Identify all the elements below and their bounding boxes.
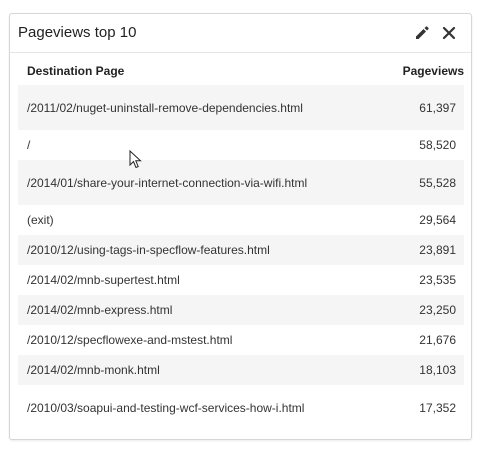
page-cell: /2014/01/share-your-internet-connection-…	[27, 175, 308, 190]
pageviews-cell: 29,564	[419, 213, 456, 227]
page-cell: /2010/12/specflowexe-and-mstest.html	[27, 333, 233, 347]
pageviews-cell: 18,103	[419, 363, 456, 377]
column-header-pageviews[interactable]: Pageviews	[403, 64, 464, 78]
pencil-icon[interactable]	[412, 23, 432, 43]
column-header-destination-page[interactable]: Destination Page	[27, 64, 124, 78]
table-row: /2010/12/specflowexe-and-mstest.html 21,…	[18, 325, 464, 355]
table-row: /2014/02/mnb-supertest.html 23,535	[18, 265, 464, 295]
pageviews-cell: 61,397	[419, 100, 456, 115]
pageviews-cell: 55,528	[419, 175, 456, 190]
table-row: /2014/01/share-your-internet-connection-…	[18, 160, 464, 205]
pageviews-cell: 58,520	[419, 138, 456, 152]
pageviews-cell: 17,352	[419, 400, 456, 415]
pageviews-widget: Pageviews top 10 Destination Page Pagevi…	[9, 13, 472, 440]
page-cell: /2014/02/mnb-supertest.html	[27, 273, 180, 287]
table-row: /2014/02/mnb-monk.html 18,103	[18, 355, 464, 385]
close-icon[interactable]	[439, 23, 459, 43]
pageviews-cell: 23,535	[419, 273, 456, 287]
table-row: /2010/12/using-tags-in-specflow-features…	[18, 235, 464, 265]
pageviews-cell: 21,676	[419, 333, 456, 347]
page-cell: /	[27, 138, 31, 152]
page-cell: /2014/02/mnb-express.html	[27, 303, 173, 317]
page-cell: /2010/03/soapui-and-testing-wcf-services…	[27, 400, 305, 415]
table-row: /2010/03/soapui-and-testing-wcf-services…	[18, 385, 464, 430]
table-row: (exit) 29,564	[18, 205, 464, 235]
table-row: /2014/02/mnb-express.html 23,250	[18, 295, 464, 325]
page-cell: (exit)	[27, 213, 54, 227]
widget-title: Pageviews top 10	[18, 24, 137, 41]
table-row: /2011/02/nuget-uninstall-remove-dependen…	[18, 85, 464, 130]
page-cell: /2010/12/using-tags-in-specflow-features…	[27, 243, 270, 257]
top-pages-table: Destination Page Pageviews /2011/02/nuge…	[18, 58, 464, 430]
widget-header: Pageviews top 10	[10, 14, 471, 53]
pageviews-cell: 23,250	[419, 303, 456, 317]
page-cell: /2014/02/mnb-monk.html	[27, 363, 160, 377]
table-header: Destination Page Pageviews	[18, 58, 464, 85]
page-cell: /2011/02/nuget-uninstall-remove-dependen…	[27, 100, 303, 115]
table-row: / 58,520	[18, 130, 464, 160]
pageviews-cell: 23,891	[419, 243, 456, 257]
